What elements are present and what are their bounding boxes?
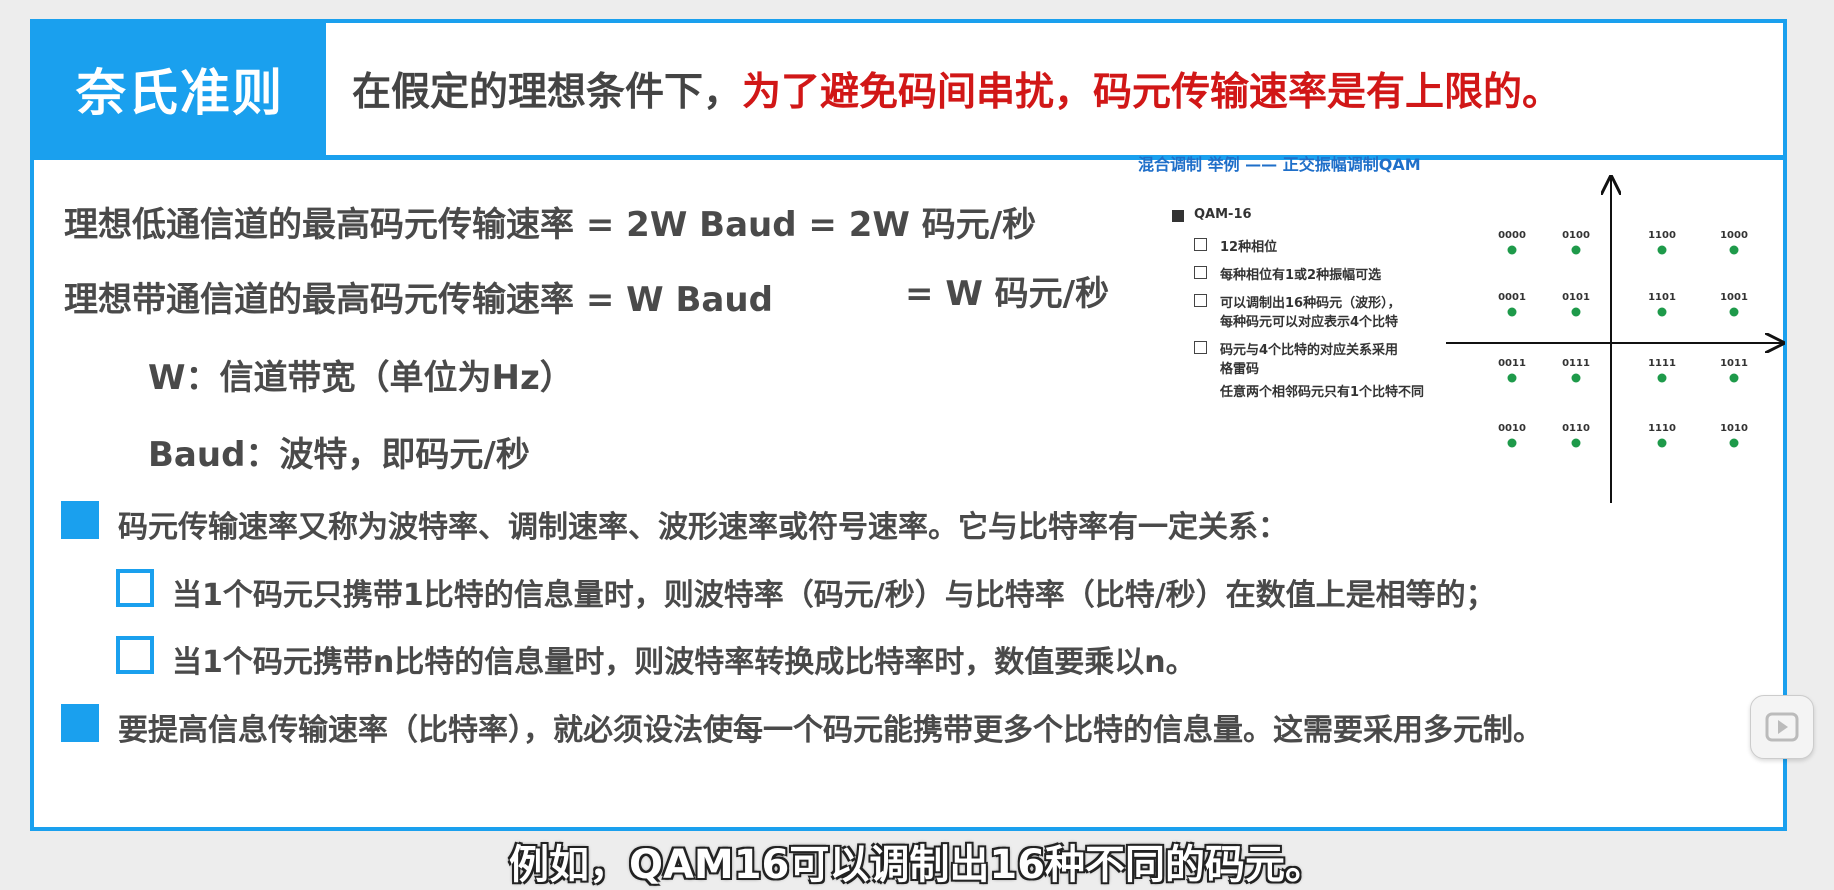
bandpass-formula-tail: = W 码元/秒 [905,274,1110,314]
qam-point-label: 0111 [1562,358,1590,369]
w-definition: W：信道带宽（单位为Hz） [148,358,574,398]
sub-bullet-text-2: 当1个码元携带n比特的信息量时，则波特率转换成比特率时，数值要乘以n。 [172,645,1196,680]
qam-constellation: 0000 0100 1100 1000 0001 0101 1101 1001 0011 0111… [1446,165,1790,503]
qam-point-label: 1100 [1648,230,1676,241]
bullet-text-2: 要提高信息传输速率（比特率），就必须设法使每一个码元能携带更多个比特的信息量。这… [118,713,1543,748]
qam-point-label: 0011 [1498,358,1526,369]
qam-item: 每种相位有1或2种振幅可选 [1220,268,1382,283]
qam-item: 码元与4个比特的对应关系采用 [1220,343,1399,358]
qam-point [1507,245,1517,255]
play-icon [1765,712,1799,742]
qam-point [1507,438,1517,448]
baud-definition: Baud：波特，即码元/秒 [148,435,530,475]
qam-point-label: 1001 [1720,292,1748,303]
headline-part3: 码元传输速率是有上限的。 [1093,70,1562,115]
bullet-text-1: 码元传输速率又称为波特率、调制速率、波形速率或符号速率。它与比特率有一定关系： [118,510,1288,545]
qam-item: 每种码元可以对应表示4个比特 [1220,315,1399,330]
qam-point-label: 1010 [1720,423,1748,434]
headline-part1: 在假定的理想条件下， [352,70,743,115]
play-button[interactable] [1750,695,1814,759]
qam-item: 12种相位 [1220,240,1278,255]
qam-point-label: 1000 [1720,230,1748,241]
qam-item: 可以调制出16种码元（波形）， [1220,296,1401,311]
qam-point [1657,438,1667,448]
qam-point-label: 0100 [1562,230,1590,241]
qam-point [1657,373,1667,383]
qam-point-label: 0001 [1498,292,1526,303]
qam-point-label: 0101 [1562,292,1590,303]
qam-point [1729,373,1739,383]
qam-checkbox [1194,238,1207,251]
qam-checkbox [1194,294,1207,307]
qam-point [1657,245,1667,255]
qam-item: 任意两个相邻码元只有1个比特不同 [1220,385,1425,400]
qam-checkbox [1194,266,1207,279]
qam-point [1507,307,1517,317]
qam-point-label: 1011 [1720,358,1748,369]
checkbox-square [116,636,154,674]
qam-point-label: 1110 [1648,423,1676,434]
qam-checkbox [1194,341,1207,354]
qam-item: 格雷码 [1220,362,1260,377]
bullet-square [61,704,99,742]
bullet-square [61,501,99,539]
slide-title: 奈氏准则 [34,23,326,155]
qam-point-label: 1111 [1648,358,1676,369]
qam-point [1657,307,1667,317]
qam-point [1729,245,1739,255]
qam-title: 混合调制 举例 —— 正交振幅调制QAM [1138,155,1421,174]
qam-point [1729,438,1739,448]
qam-point [1571,307,1581,317]
headline-part2: 为了避免码间串扰， [742,70,1094,115]
qam-point-label: 0000 [1498,230,1526,241]
checkbox-square [116,569,154,607]
slide-header: 奈氏准则 在假定的理想条件下，为了避免码间串扰，码元传输速率是有上限的。 [34,23,1783,160]
qam-point [1507,373,1517,383]
qam-point [1571,438,1581,448]
qam-point-label: 1101 [1648,292,1676,303]
qam-point-label: 0010 [1498,423,1526,434]
headline: 在假定的理想条件下，为了避免码间串扰，码元传输速率是有上限的。 [352,61,1561,117]
bandpass-formula: 理想带通信道的最高码元传输速率 = W Baud [64,280,773,320]
qam-point [1571,373,1581,383]
qam-head: QAM-16 [1194,207,1252,222]
qam-point-label: 0110 [1562,423,1590,434]
sub-bullet-text-1: 当1个码元只携带1比特的信息量时，则波特率（码元/秒）与比特率（比特/秒）在数值… [172,578,1496,613]
video-subtitle: 例如，QAM16可以调制出16种不同的码元。 [508,842,1326,888]
lowpass-formula: 理想低通信道的最高码元传输速率 = 2W Baud = 2W 码元/秒 [64,205,1037,245]
qam-point [1729,307,1739,317]
qam-bullet-square [1172,210,1184,222]
qam-point [1571,245,1581,255]
